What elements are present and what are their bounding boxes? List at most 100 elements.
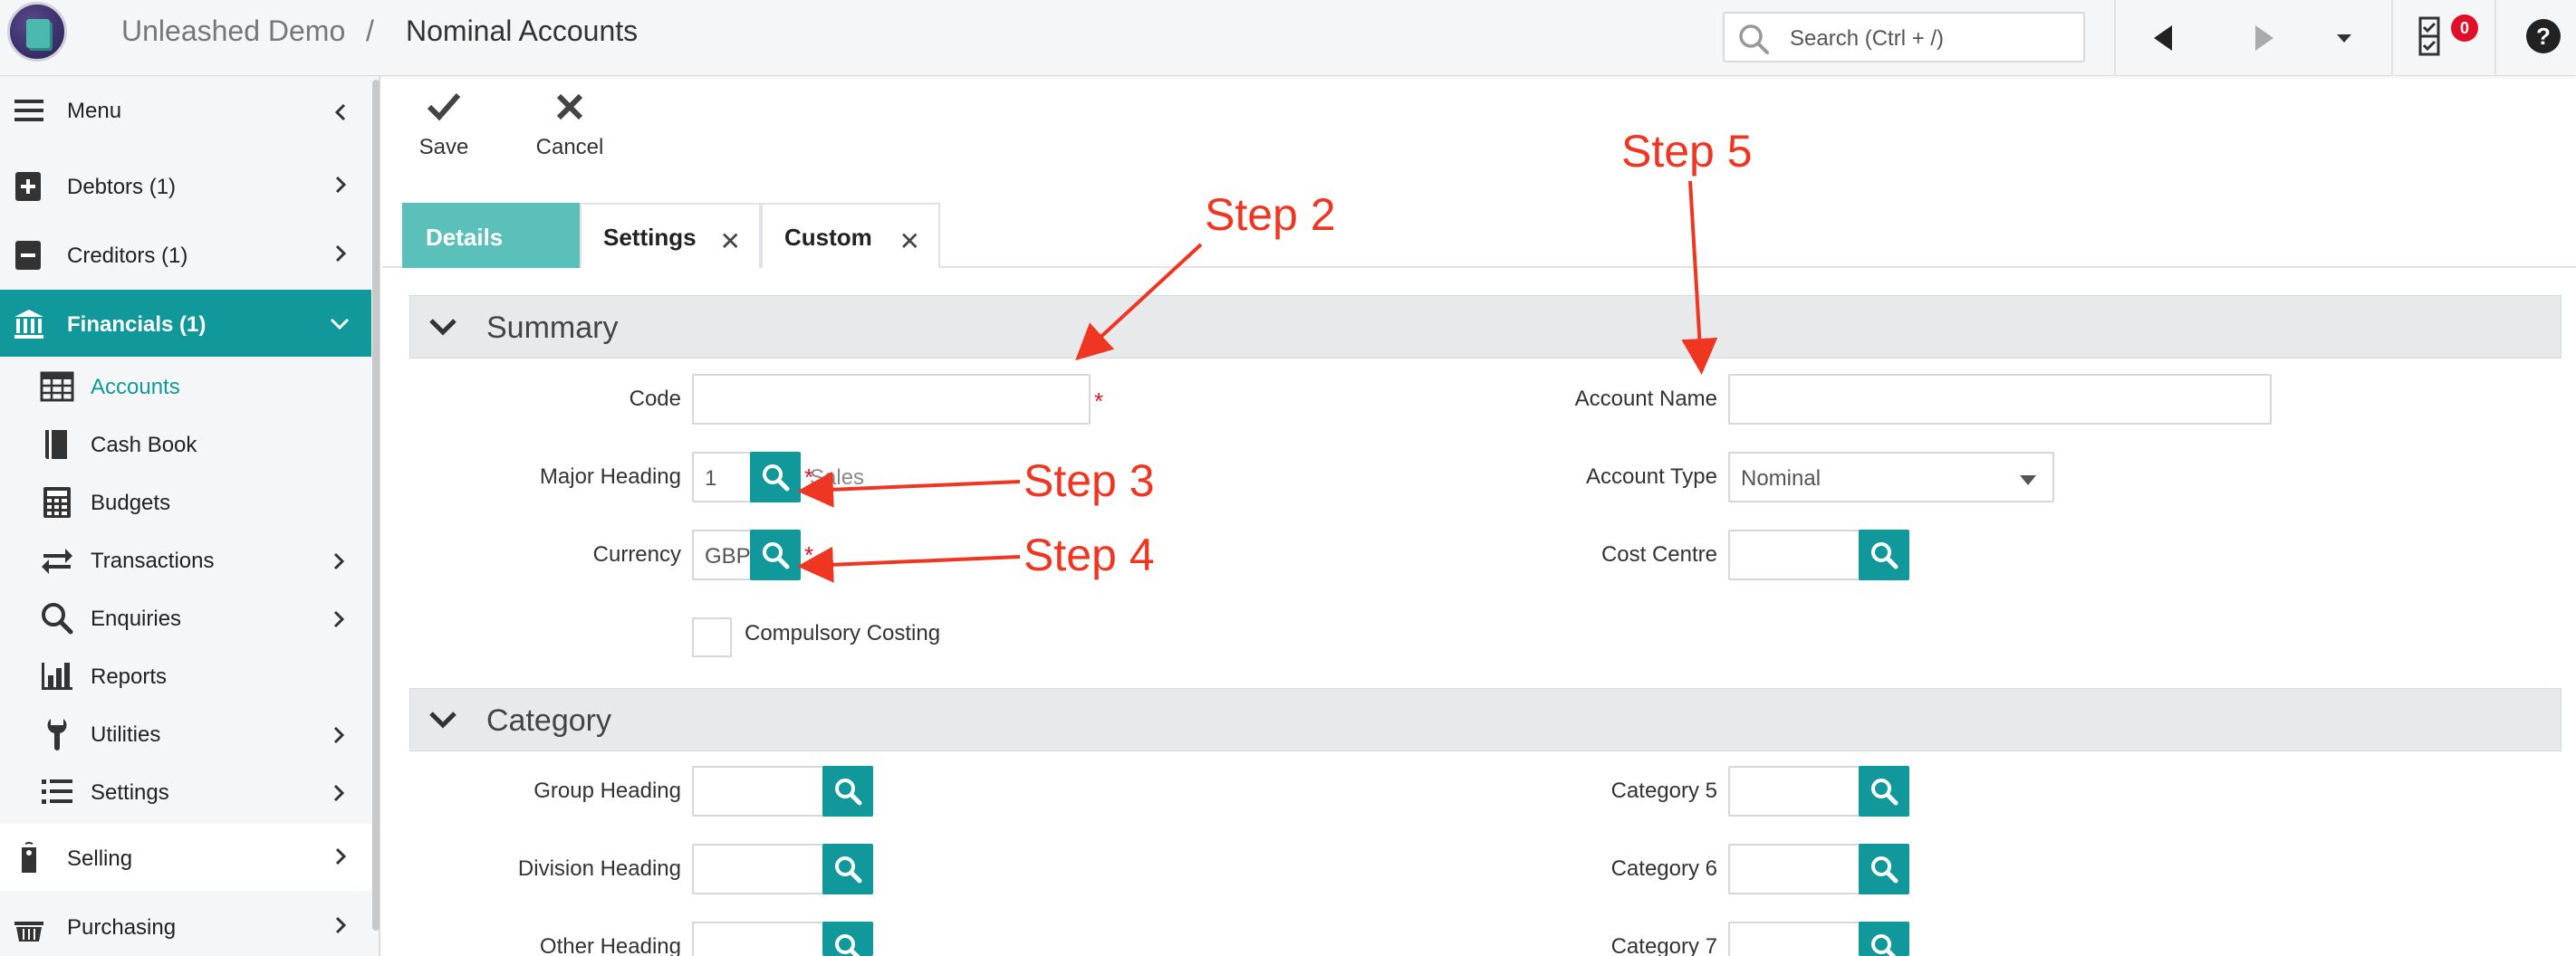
sidebar-item-label: Debtors (1) (67, 175, 177, 199)
section-title: Summary (486, 311, 619, 345)
table-icon (40, 371, 74, 402)
help-icon[interactable]: ? (2523, 16, 2563, 56)
chevron-down-icon (429, 319, 457, 336)
group-heading-field[interactable] (692, 766, 826, 817)
forward-arrow-icon[interactable] (2243, 18, 2283, 58)
sidebar-subitem-label: Settings (91, 780, 169, 805)
category6-lookup-button[interactable] (1859, 844, 1909, 894)
sidebar-item-selling[interactable]: Selling (0, 824, 371, 891)
chevron-right-icon (333, 610, 345, 628)
sidebar-item-creditors[interactable]: Creditors (1) (0, 221, 371, 288)
sidebar-subitem-label: Enquiries (91, 607, 182, 631)
cost-centre-lookup-button[interactable] (1859, 530, 1909, 580)
close-icon[interactable]: ✕ (720, 226, 741, 256)
search-icon (1871, 934, 1897, 956)
book-icon (44, 430, 67, 459)
page-title: Nominal Accounts (406, 14, 639, 47)
other-heading-label: Other Heading (539, 934, 681, 956)
sidebar-item-label: Selling (67, 846, 133, 871)
sidebar-item-financials[interactable]: Financials (1) (0, 290, 371, 357)
currency-field[interactable]: GBP (692, 530, 752, 580)
category6-field[interactable] (1728, 844, 1862, 894)
sidebar-subitem-label: Utilities (91, 722, 161, 747)
chevron-right-icon (333, 726, 345, 744)
group-heading-lookup-button[interactable] (822, 766, 873, 817)
tasks-icon[interactable] (2411, 16, 2451, 56)
account-name-label: Account Name (1574, 387, 1717, 411)
sidebar-item-debtors[interactable]: Debtors (1) (0, 152, 371, 219)
major-heading-field[interactable]: 1 (692, 452, 752, 502)
global-search-input[interactable]: Search (Ctrl + /) (1723, 12, 2085, 62)
sidebar-subitem-transactions[interactable]: Transactions (0, 531, 371, 588)
section-title: Category (486, 703, 611, 738)
sidebar-item-purchasing[interactable]: Purchasing (0, 893, 371, 956)
history-dropdown-icon[interactable] (2324, 18, 2364, 58)
save-label: Save (418, 135, 469, 159)
app-logo[interactable] (7, 2, 67, 62)
list-icon (42, 779, 72, 804)
bar-chart-icon (42, 663, 72, 690)
cancel-button[interactable]: Cancel (534, 91, 605, 160)
sidebar-subitem-accounts[interactable]: Accounts (0, 357, 371, 415)
top-bar: Unleashed Demo / Nominal Accounts Search… (0, 0, 2576, 76)
sidebar-subitem-label: Budgets (91, 491, 171, 515)
category6-label: Category 6 (1610, 856, 1717, 881)
sidebar-subitem-utilities[interactable]: Utilities (0, 704, 371, 762)
wrench-icon (47, 719, 67, 750)
sidebar-subitem-label: Accounts (91, 375, 180, 399)
annotation-overlay (797, 180, 1718, 583)
search-icon (763, 464, 790, 492)
account-type-select[interactable]: Nominal (1728, 452, 2054, 502)
sidebar-subitem-label: Transactions (91, 549, 215, 573)
account-name-field[interactable] (1728, 374, 2272, 425)
major-heading-description: Sales (810, 465, 865, 490)
currency-lookup-button[interactable] (750, 530, 801, 580)
chevron-right-icon (335, 244, 347, 263)
category7-field[interactable] (1728, 922, 1862, 956)
tab-details[interactable]: Details (402, 203, 580, 268)
major-heading-lookup-button[interactable] (750, 452, 801, 502)
category5-lookup-button[interactable] (1859, 766, 1909, 817)
sidebar-subitem-budgets[interactable]: Budgets (0, 473, 371, 531)
sidebar-subitem-cash-book[interactable]: Cash Book (0, 415, 371, 473)
step4-annotation: Step 4 (1024, 530, 1155, 580)
sidebar-subitem-settings[interactable]: Settings (0, 762, 371, 820)
tag-icon (22, 842, 36, 873)
checkmark-icon (427, 93, 461, 121)
sidebar-item-label: Creditors (1) (67, 244, 188, 268)
search-icon (1871, 542, 1898, 569)
sidebar-scrollbar[interactable] (372, 80, 380, 931)
sidebar-subitem-enquiries[interactable]: Enquiries (0, 588, 371, 646)
division-heading-label: Division Heading (517, 856, 681, 881)
code-field[interactable] (692, 374, 1091, 425)
sidebar-subitem-reports[interactable]: Reports (0, 646, 371, 704)
tab-label: Settings (603, 224, 697, 251)
tab-label: Details (426, 224, 504, 251)
notification-badge[interactable]: 0 (2451, 14, 2478, 42)
bank-icon (14, 310, 43, 339)
search-icon (835, 856, 862, 884)
breadcrumb-separator: / (366, 14, 374, 47)
required-marker: * (804, 541, 814, 569)
section-category-header[interactable]: Category (409, 688, 2562, 751)
code-label: Code (629, 387, 681, 411)
compulsory-costing-checkbox[interactable] (692, 617, 732, 657)
save-button[interactable]: Save (418, 91, 469, 160)
section-summary-header[interactable]: Summary (409, 295, 2562, 358)
category7-lookup-button[interactable] (1859, 922, 1909, 956)
cost-centre-field[interactable] (1728, 530, 1862, 580)
close-icon[interactable]: ✕ (899, 226, 920, 256)
tab-custom[interactable]: Custom ✕ (761, 203, 940, 268)
chevron-down-icon (330, 318, 350, 330)
breadcrumb-app[interactable]: Unleashed Demo (121, 14, 345, 48)
sidebar-menu-toggle[interactable]: Menu (0, 76, 371, 143)
step5-annotation: Step 5 (1621, 126, 1753, 177)
division-heading-field[interactable] (692, 844, 826, 894)
other-heading-lookup-button[interactable] (822, 922, 873, 956)
chevron-right-icon (333, 552, 345, 570)
other-heading-field[interactable] (692, 922, 826, 956)
back-arrow-icon[interactable] (2145, 18, 2185, 58)
category5-field[interactable] (1728, 766, 1862, 817)
division-heading-lookup-button[interactable] (822, 844, 873, 894)
tab-settings[interactable]: Settings ✕ (580, 203, 761, 268)
